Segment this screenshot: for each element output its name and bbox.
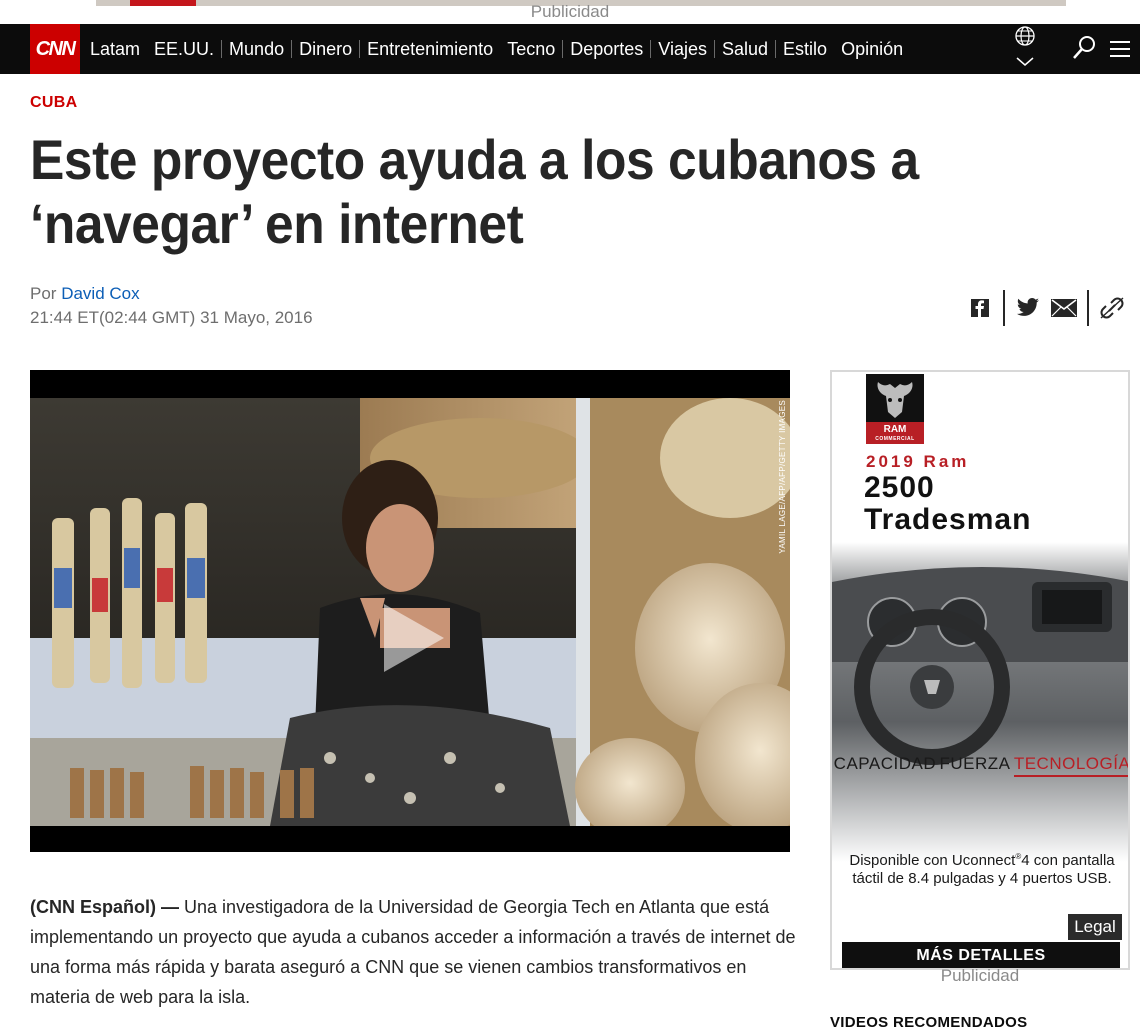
search-icon bbox=[1073, 36, 1095, 59]
share-twitter-button[interactable] bbox=[1010, 290, 1046, 326]
hamburger-icon bbox=[1110, 41, 1130, 57]
nav-menu: Latam EE.UU. Mundo Dinero Entretenimient… bbox=[90, 24, 903, 74]
ad-tabs: CAPACIDAD FUERZA TECNOLOGÍA bbox=[832, 754, 1128, 777]
nav-item-tecno[interactable]: Tecno bbox=[507, 39, 555, 60]
ad-description: Disponible con Uconnect®4 con pantalla t… bbox=[849, 852, 1115, 887]
nav-item-dinero[interactable]: Dinero bbox=[299, 39, 352, 60]
menu-button[interactable] bbox=[1108, 38, 1132, 60]
globe-icon bbox=[1015, 26, 1035, 66]
article-headline: Este proyecto ayuda a los cubanos a ‘nav… bbox=[30, 128, 919, 255]
section-label[interactable]: CUBA bbox=[30, 94, 77, 112]
dateline: (CNN Español) — bbox=[30, 897, 180, 917]
ad-legal-button[interactable]: Legal bbox=[1068, 914, 1122, 940]
link-icon bbox=[1100, 297, 1124, 319]
video-thumbnail bbox=[30, 398, 790, 826]
nav-item-entretenimiento[interactable]: Entretenimiento bbox=[367, 39, 493, 60]
top-navigation: CNN Latam EE.UU. Mundo Dinero Entretenim… bbox=[0, 24, 1140, 74]
search-button[interactable] bbox=[1068, 32, 1100, 64]
photo-credit: YAMIL LAGE/AFP/AFP/GETTY IMAGES bbox=[778, 400, 787, 554]
nav-item-deportes[interactable]: Deportes bbox=[570, 39, 643, 60]
twitter-icon bbox=[1017, 298, 1039, 316]
chevron-down-icon bbox=[1016, 57, 1034, 66]
author-link[interactable]: David Cox bbox=[61, 284, 139, 303]
top-ad-label: Publicidad bbox=[530, 2, 610, 21]
byline: Por David Cox bbox=[30, 284, 140, 304]
nav-item-latam[interactable]: Latam bbox=[90, 39, 140, 60]
share-facebook-button[interactable] bbox=[962, 290, 998, 326]
ad-tab-fuerza[interactable]: FUERZA bbox=[939, 754, 1010, 777]
nav-item-estilo[interactable]: Estilo bbox=[783, 39, 827, 60]
play-button[interactable] bbox=[370, 598, 450, 678]
ad-tab-tecnologia[interactable]: TECNOLOGÍA bbox=[1013, 754, 1128, 777]
ad-year: 2019 Ram bbox=[866, 452, 970, 471]
email-icon bbox=[1051, 299, 1077, 317]
article-timestamp: 21:44 ET(02:44 GMT) 31 Mayo, 2016 bbox=[30, 308, 313, 327]
ad-tab-capacidad[interactable]: CAPACIDAD bbox=[834, 754, 936, 777]
cnn-logo[interactable]: CNN bbox=[30, 24, 80, 74]
play-icon bbox=[384, 604, 444, 672]
nav-item-viajes[interactable]: Viajes bbox=[658, 39, 707, 60]
byline-prefix: Por bbox=[30, 284, 57, 303]
side-ad-label: Publicidad bbox=[940, 966, 1020, 985]
share-bar bbox=[962, 290, 1130, 326]
nav-item-eeuu[interactable]: EE.UU. bbox=[154, 39, 214, 60]
video-player[interactable]: YAMIL LAGE/AFP/AFP/GETTY IMAGES bbox=[30, 370, 790, 852]
share-email-button[interactable] bbox=[1046, 290, 1082, 326]
edition-selector[interactable] bbox=[1010, 26, 1040, 72]
ram-logo: RAM COMMERCIAL bbox=[866, 374, 924, 444]
ad-model: 2500 Tradesman bbox=[864, 471, 1032, 536]
facebook-icon bbox=[971, 299, 989, 317]
recommended-videos-header: VIDEOS RECOMENDADOS bbox=[830, 1014, 1028, 1031]
nav-item-opinion[interactable]: Opinión bbox=[841, 39, 903, 60]
nav-item-salud[interactable]: Salud bbox=[722, 39, 768, 60]
article-paragraph: (CNN Español) — Una investigadora de la … bbox=[30, 892, 800, 1012]
ram-head-icon bbox=[877, 382, 913, 418]
nav-item-mundo[interactable]: Mundo bbox=[229, 39, 284, 60]
side-ad[interactable]: RAM COMMERCIAL 2019 Ram 2500 Tradesman CA… bbox=[830, 370, 1130, 970]
copy-link-button[interactable] bbox=[1094, 290, 1130, 326]
